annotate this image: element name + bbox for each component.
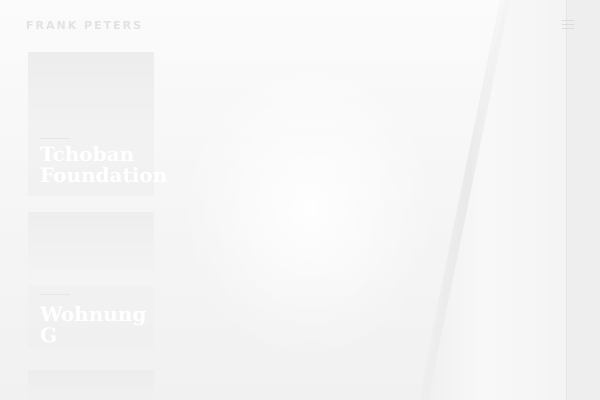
menu-bar (562, 20, 574, 21)
project-thumbnail (28, 52, 154, 130)
background-architecture-wall (420, 0, 580, 400)
project-card-wohnung-g[interactable]: Wohnung G (28, 212, 154, 348)
hamburger-menu-icon[interactable] (562, 20, 574, 30)
background-architecture-panel (566, 0, 600, 400)
card-divider (40, 294, 70, 295)
project-card-tchoban-foundation[interactable]: Tchoban Foundation (28, 52, 167, 196)
site-logo[interactable]: FRANK PETERS (26, 19, 143, 32)
background-highlight (180, 60, 440, 360)
card-divider (40, 138, 70, 139)
project-title[interactable]: Tchoban Foundation (40, 144, 167, 186)
page-stage: FRANK PETERS Tchoban Foundation Wohnung … (0, 0, 600, 400)
project-thumbnail (28, 370, 154, 400)
project-title[interactable]: Wohnung G (40, 304, 154, 346)
project-thumbnail (28, 212, 154, 286)
menu-bar (562, 24, 574, 25)
project-card-next[interactable] (28, 370, 154, 400)
menu-bar (562, 28, 574, 29)
